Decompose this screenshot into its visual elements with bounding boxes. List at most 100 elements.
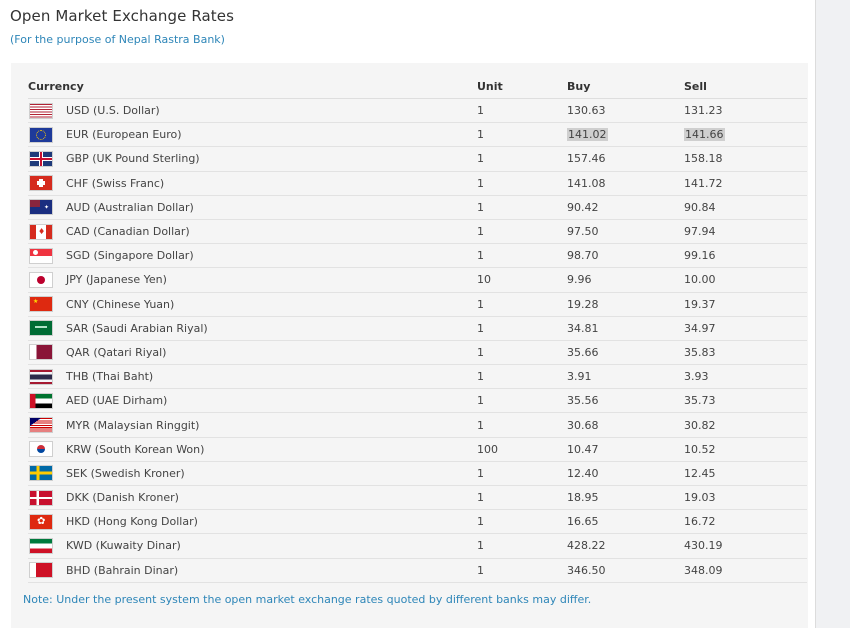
my-flag-icon [29,417,53,434]
exchange-rates-card: Open Market Exchange Rates (For the purp… [0,0,816,628]
sell-cell-text: 19.03 [684,491,716,505]
sell-cell-text: 19.37 [684,297,716,311]
flag-cell [28,146,66,172]
sa-flag-icon [29,320,53,337]
sell-cell-text: 97.94 [684,225,716,239]
currency-cell: KRW (South Korean Won) [66,437,477,462]
sell-cell-text: 10.52 [684,442,716,456]
th-flag-icon [29,368,53,385]
currency-cell-text: SEK (Swedish Kroner) [66,466,185,480]
unit-cell-text: 1 [477,152,484,166]
unit-cell-text: 1 [477,515,484,529]
currency-cell-text: GBP (UK Pound Sterling) [66,152,200,166]
table-row: QAR (Qatari Riyal) 1 35.66 35.83 [28,340,807,366]
buy-cell: 35.66 [567,340,684,366]
sell-cell-text: 141.72 [684,176,723,190]
flag-cell [28,267,66,293]
currency-cell-text: THB (Thai Baht) [66,370,154,384]
unit-cell-text: 10 [477,273,491,287]
buy-cell-text: 97.50 [567,225,599,239]
currency-cell: THB (Thai Baht) [66,364,477,390]
sell-cell: 35.83 [684,340,807,366]
sell-cell: 10.00 [684,267,807,293]
currency-cell-text: MYR (Malaysian Ringgit) [66,418,200,432]
sell-cell: 19.03 [684,485,807,511]
jp-flag-icon [29,271,53,288]
buy-cell: 346.50 [567,558,684,583]
table-row: CHF (Swiss Franc) 1 141.08 141.72 [28,171,807,196]
table-row: ♦ CAD (Canadian Dollar) 1 97.50 97.94 [28,219,807,245]
header-currency: Currency [28,74,477,99]
buy-cell: 16.65 [567,509,684,535]
sell-cell: 19.37 [684,292,807,317]
flag-cell [28,461,66,487]
unit-cell-text: 1 [477,394,484,408]
sell-cell: 430.19 [684,533,807,559]
currency-cell: AED (UAE Dirham) [66,388,477,414]
buy-cell-text: 428.22 [567,539,606,553]
flag-cell [28,485,66,511]
table-row: EUR (European Euro) 1 141.02 141.66 [28,122,807,148]
flag-cell [28,98,66,124]
table-row: SGD (Singapore Dollar) 1 98.70 99.16 [28,243,807,269]
sell-cell-text: 30.82 [684,418,716,432]
kw-flag-icon [29,537,53,554]
currency-cell: CAD (Canadian Dollar) [66,219,477,245]
gb-flag-icon [29,150,53,167]
sell-cell-text: 34.97 [684,321,716,335]
kr-flag-icon [29,441,53,458]
currency-cell-text: KRW (South Korean Won) [66,442,205,456]
currency-cell-text: DKK (Danish Kroner) [66,491,179,505]
unit-cell: 1 [477,509,567,535]
currency-cell-text: CAD (Canadian Dollar) [66,225,190,239]
currency-cell-text: SAR (Saudi Arabian Riyal) [66,321,208,335]
currency-cell: EUR (European Euro) [66,122,477,148]
unit-cell: 10 [477,267,567,293]
unit-cell: 1 [477,316,567,341]
bh-flag-icon [29,562,53,579]
cn-flag-icon: ★ [29,296,53,313]
currency-cell: KWD (Kuwaity Dinar) [66,533,477,559]
currency-cell: BHD (Bahrain Dinar) [66,558,477,583]
table-row: KWD (Kuwaity Dinar) 1 428.22 430.19 [28,533,807,559]
table-row: DKK (Danish Kroner) 1 18.95 19.03 [28,485,807,511]
table-row: SAR (Saudi Arabian Riyal) 1 34.81 34.97 [28,316,807,341]
unit-cell-text: 1 [477,225,484,239]
unit-cell: 1 [477,340,567,366]
buy-cell-text: 346.50 [567,563,606,577]
sell-cell: 16.72 [684,509,807,535]
unit-cell: 1 [477,412,567,438]
table-row: ★ CNY (Chinese Yuan) 1 19.28 19.37 [28,292,807,317]
table-row: MYR (Malaysian Ringgit) 1 30.68 30.82 [28,412,807,438]
sell-cell: 141.66 [684,122,807,148]
flag-cell [28,388,66,414]
currency-cell-text: AUD (Australian Dollar) [66,200,194,214]
header-unit: Unit [477,74,567,99]
sell-cell: 97.94 [684,219,807,245]
unit-cell-text: 1 [477,491,484,505]
header-sell: Sell [684,74,807,99]
sell-cell: 131.23 [684,98,807,124]
sell-cell-text: 35.83 [684,345,716,359]
sell-cell-text: 158.18 [684,152,723,166]
buy-cell-text: 34.81 [567,321,599,335]
ch-flag-icon [29,175,53,192]
hk-flag-icon: ✿ [29,513,53,530]
unit-cell: 1 [477,558,567,583]
buy-cell-text: 141.02 [567,128,608,142]
currency-cell-text: CHF (Swiss Franc) [66,176,165,190]
flag-cell [28,316,66,341]
currency-cell-text: JPY (Japanese Yen) [66,273,167,287]
currency-cell-text: USD (U.S. Dollar) [66,104,160,118]
sell-cell: 99.16 [684,243,807,269]
buy-cell: 141.02 [567,122,684,148]
currency-cell: CHF (Swiss Franc) [66,171,477,196]
buy-cell: 428.22 [567,533,684,559]
flag-cell: ♦ [28,219,66,245]
flag-cell: ★ [28,292,66,317]
flag-cell [28,243,66,269]
buy-cell: 30.68 [567,412,684,438]
unit-cell-text: 1 [477,297,484,311]
ae-flag-icon [29,392,53,409]
sell-cell-text: 16.72 [684,515,716,529]
